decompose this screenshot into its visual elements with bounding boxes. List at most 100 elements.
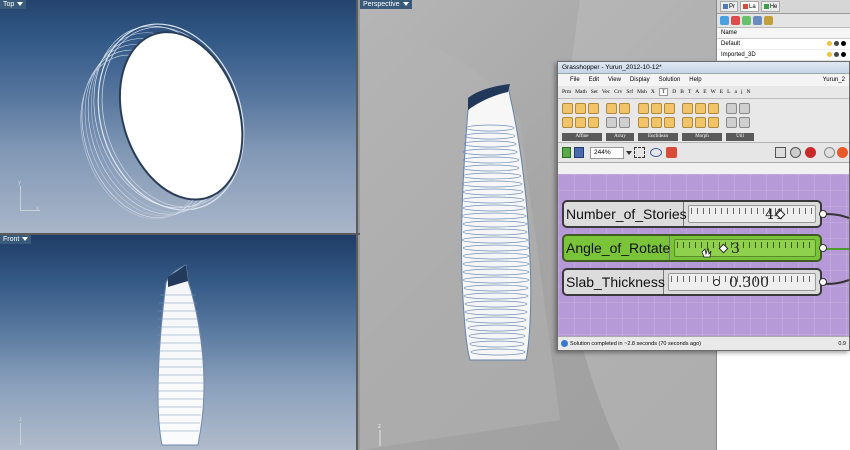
tab-x[interactable]: X — [651, 89, 655, 95]
tab-layers[interactable]: La — [740, 1, 759, 12]
slider-track[interactable]: 3 — [674, 239, 816, 257]
tab-properties[interactable]: Pr — [720, 1, 738, 12]
save-icon[interactable] — [574, 147, 584, 158]
surface-morph-icon[interactable] — [708, 117, 719, 128]
curve-array-icon[interactable] — [606, 103, 617, 114]
twist-icon[interactable] — [682, 117, 693, 128]
linear-array-icon[interactable] — [606, 117, 617, 128]
mirror-icon[interactable] — [638, 103, 649, 114]
menu-solution[interactable]: Solution — [659, 74, 681, 86]
move-up-icon[interactable] — [742, 16, 751, 25]
top-viewport[interactable]: Top y x — [0, 0, 358, 233]
tab-a2[interactable]: a — [735, 89, 737, 95]
grid-array-icon[interactable] — [619, 117, 630, 128]
slider-slab-thickness[interactable]: Slab_Thickness 0.300 — [562, 268, 827, 296]
chevron-down-icon[interactable] — [626, 151, 632, 155]
menu-edit[interactable]: Edit — [589, 74, 599, 86]
top-viewport-title[interactable]: Top — [0, 0, 27, 9]
tab-w[interactable]: W — [711, 89, 716, 95]
tab-sets[interactable]: Set — [591, 89, 598, 95]
open-file-icon[interactable] — [562, 147, 571, 158]
move-component-icon[interactable] — [562, 103, 573, 114]
preview-mode-icon[interactable] — [775, 147, 786, 158]
slider-track[interactable]: 44 — [688, 205, 816, 223]
shear-component-icon[interactable] — [562, 117, 573, 128]
slider-knob[interactable] — [713, 279, 721, 286]
disable-icon[interactable] — [790, 147, 801, 158]
layers-icon — [743, 4, 748, 9]
color-swatch-icon[interactable] — [841, 41, 846, 46]
box-map-component-icon[interactable] — [588, 117, 599, 128]
bulb-icon[interactable] — [827, 41, 832, 46]
delete-layer-icon[interactable] — [731, 16, 740, 25]
slider-output-grip[interactable] — [819, 278, 827, 286]
grasshopper-window[interactable]: Grasshopper - Yurun_2012-10-12* File Edi… — [557, 61, 850, 351]
shaded-preview-icon[interactable] — [824, 147, 835, 158]
tab-t[interactable]: T — [688, 89, 691, 95]
stop-icon[interactable] — [805, 147, 816, 158]
viewport-divider[interactable] — [0, 233, 360, 235]
slider-angle-of-rotate[interactable]: Angle_of_Rotate 3 — [562, 234, 827, 262]
zoom-field[interactable]: 244% — [590, 147, 624, 159]
blend-box-icon[interactable] — [682, 103, 693, 114]
tab-transform[interactable]: T — [658, 88, 669, 96]
tab-e[interactable]: E — [703, 89, 706, 95]
compound-icon[interactable] — [726, 103, 737, 114]
project-component-icon[interactable] — [575, 117, 586, 128]
orient-icon[interactable] — [664, 103, 675, 114]
inverse-icon[interactable] — [726, 117, 737, 128]
taper-icon[interactable] — [695, 117, 706, 128]
tab-a[interactable]: A — [695, 89, 699, 95]
bulb-icon[interactable] — [827, 52, 832, 57]
slider-output-grip[interactable] — [819, 210, 827, 218]
tab-e2[interactable]: E — [720, 89, 723, 95]
filter-icon[interactable] — [764, 16, 773, 25]
tab-maths[interactable]: Math — [575, 89, 587, 95]
tab-l[interactable]: L — [727, 89, 730, 95]
tab-n[interactable]: N — [747, 89, 751, 95]
layer-row[interactable]: Default — [717, 39, 850, 50]
tab-d[interactable]: D — [672, 89, 676, 95]
menu-view[interactable]: View — [608, 74, 621, 86]
lock-icon[interactable] — [834, 52, 839, 57]
polar-array-icon[interactable] — [619, 103, 630, 114]
tab-curve[interactable]: Crv — [614, 89, 622, 95]
selected-preview-icon[interactable] — [837, 147, 848, 158]
move-to-icon[interactable] — [651, 103, 662, 114]
split-icon[interactable] — [739, 103, 750, 114]
select-frame-icon[interactable] — [634, 147, 645, 158]
layer-row[interactable]: Imported_3D — [717, 50, 850, 61]
tab-surface[interactable]: Srf — [626, 89, 633, 95]
menu-help[interactable]: Help — [689, 74, 701, 86]
lock-icon[interactable] — [834, 41, 839, 46]
tab-help[interactable]: He — [760, 1, 781, 12]
tab-b[interactable]: B — [680, 89, 684, 95]
scale-component-icon[interactable] — [588, 103, 599, 114]
front-viewport[interactable]: Front z — [0, 235, 358, 450]
grasshopper-canvas[interactable]: Number_of_Stories 44 Angle_of_Rotate 3 S… — [558, 174, 849, 336]
new-layer-icon[interactable] — [720, 16, 729, 25]
rotate-3d-icon[interactable] — [651, 117, 662, 128]
tab-mesh[interactable]: Msh — [637, 89, 647, 95]
perspective-viewport-title[interactable]: Perspective — [360, 0, 412, 9]
move-down-icon[interactable] — [753, 16, 762, 25]
color-swatch-icon[interactable] — [841, 52, 846, 57]
menu-file[interactable]: File — [570, 74, 580, 86]
slider-number-of-stories[interactable]: Number_of_Stories 44 — [562, 200, 827, 228]
preview-eye-icon[interactable] — [650, 148, 662, 157]
rotate-axis-icon[interactable] — [638, 117, 649, 128]
bend-deform-icon[interactable] — [708, 103, 719, 114]
box-morph-icon[interactable] — [695, 103, 706, 114]
slider-track[interactable]: 0.300 — [668, 273, 816, 291]
transform-icon[interactable] — [739, 117, 750, 128]
rotate-component-icon[interactable] — [575, 103, 586, 114]
translate-icon[interactable] — [664, 117, 675, 128]
front-viewport-title[interactable]: Front — [0, 235, 32, 244]
tab-params[interactable]: Prm — [562, 89, 571, 95]
brush-icon[interactable] — [666, 147, 677, 158]
menu-display[interactable]: Display — [630, 74, 650, 86]
tab-vector[interactable]: Vec — [602, 89, 610, 95]
document-name[interactable]: Yurun_2 — [823, 74, 845, 86]
slider-output-grip[interactable] — [819, 244, 827, 252]
tab-j[interactable]: j — [741, 89, 743, 95]
